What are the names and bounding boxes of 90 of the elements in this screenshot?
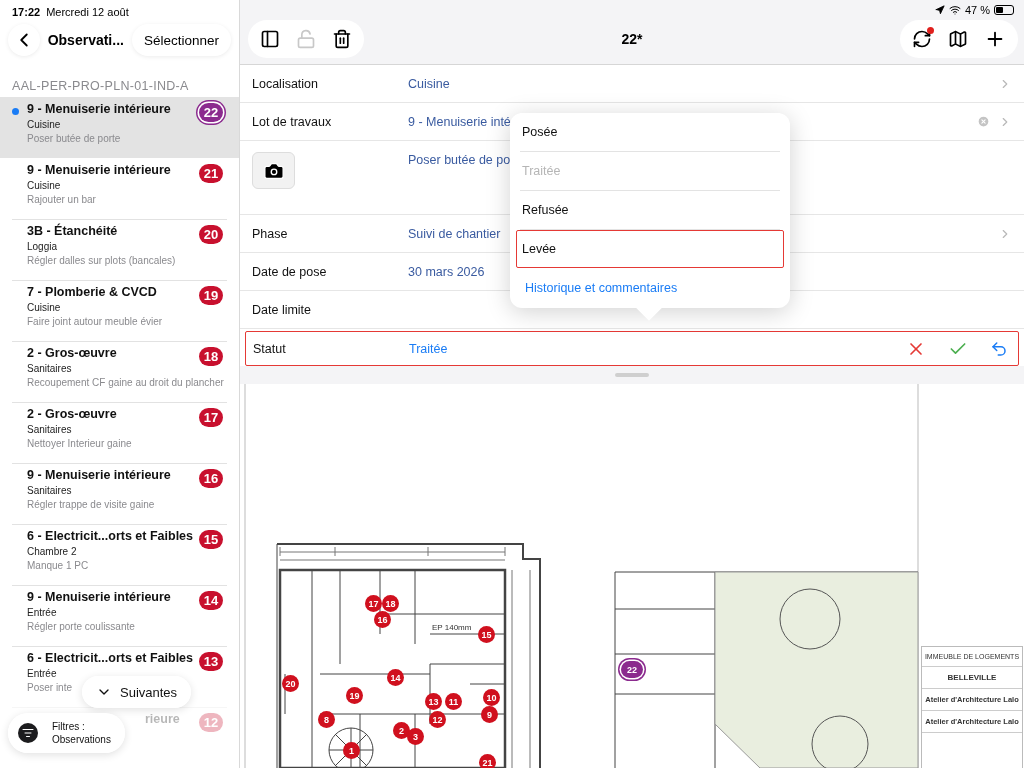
item-title[interactable]: 9 - Menuiserie intérieure: [27, 590, 171, 604]
item-title[interactable]: 3B - Étanchéité: [27, 224, 118, 239]
item-title[interactable]: 9 - Menuiserie intérieure: [27, 102, 171, 117]
battery-icon: [994, 5, 1014, 15]
field-label: Date limite: [252, 302, 313, 317]
field-label: Statut: [253, 341, 287, 356]
field-label: Lot de travaux: [252, 114, 333, 129]
filter-button[interactable]: Filtres : Observations: [8, 713, 125, 753]
plan-pin[interactable]: 14: [387, 669, 404, 686]
number-badge: 14: [199, 591, 223, 610]
item-room: Cuisine: [27, 180, 61, 192]
number-badge: 16: [199, 469, 223, 489]
history-link[interactable]: Historique et commentaires: [520, 268, 780, 308]
item-room: Sanitaires: [27, 424, 72, 436]
item-title[interactable]: 2 - Gros-œuvre: [27, 407, 117, 422]
field-label: Localisation: [252, 76, 319, 91]
status-option[interactable]: Posée: [520, 113, 780, 152]
plan-pin[interactable]: 21: [479, 754, 496, 768]
item-description: Rajouter un bar: [27, 194, 96, 206]
item-title[interactable]: 9 - Menuiserie intérieure: [27, 468, 171, 483]
plan-pin[interactable]: 19: [346, 687, 363, 704]
item-room: Cuisine: [27, 119, 61, 131]
item-room: Loggia: [27, 241, 58, 253]
list-title: Observati...: [47, 32, 124, 49]
item-title[interactable]: 6 - Electricit...orts et Faibles: [27, 651, 194, 665]
drag-handle[interactable]: [615, 373, 649, 377]
item-room: Cuisine: [27, 302, 61, 314]
status-date: Mercredi 12 août: [46, 6, 129, 20]
plan-pin[interactable]: 20: [282, 675, 299, 692]
number-badge: 12: [199, 713, 223, 732]
select-button[interactable]: Sélectionner: [131, 24, 231, 57]
section-header: AAL-PER-PRO-PLN-01-IND-A: [11, 78, 190, 96]
plan-pin[interactable]: 18: [382, 595, 399, 612]
plan-pin[interactable]: 3: [407, 728, 424, 745]
plan-pin[interactable]: 11: [445, 693, 462, 710]
number-badge: 15: [199, 530, 223, 550]
list-item-highlight[interactable]: 9 - Menuiserie intérieure Cuisine Poser butée de porte 22: [0, 97, 239, 159]
plan-pin[interactable]: 12: [429, 711, 446, 728]
plan-pin[interactable]: 9: [481, 706, 498, 723]
number-badge: 18: [199, 347, 223, 367]
item-room: Entrée: [27, 607, 57, 618]
undo-icon[interactable]: [990, 339, 1008, 358]
item-description: Régler dalles sur plots (bancales): [27, 255, 176, 267]
plan-pin[interactable]: 15: [478, 626, 495, 643]
plan-pin[interactable]: 17: [365, 595, 382, 612]
filter-icon: [18, 723, 38, 743]
plan-pin[interactable]: 13: [425, 693, 442, 710]
field-value[interactable]: Cuisine: [408, 76, 998, 91]
item-room: Sanitaires: [27, 363, 72, 375]
item-description: Faire joint autour meuble évier: [27, 316, 163, 328]
status-option[interactable]: Levée: [516, 230, 784, 268]
field-label: Date de pose: [252, 264, 328, 279]
item-room: Chambre 2: [27, 546, 77, 558]
item-title[interactable]: 2 - Gros-œuvre: [27, 346, 117, 361]
status-value[interactable]: Traitée: [409, 341, 906, 356]
plan-note: EP 140mm: [432, 623, 472, 632]
plan-pin[interactable]: 1: [343, 742, 360, 759]
plan-pin[interactable]: 2: [393, 722, 410, 739]
item-room: Entrée: [27, 668, 57, 679]
item-title[interactable]: 9 - Menuiserie intérieure: [27, 163, 171, 178]
plan-pin[interactable]: 16: [374, 611, 391, 628]
item-description: Nettoyer Interieur gaine: [27, 438, 132, 450]
status-time: 17:22: [12, 6, 41, 20]
next-button[interactable]: Suivantes: [82, 676, 192, 708]
plan-pin[interactable]: 22: [621, 661, 643, 678]
battery-percent: 47 %: [964, 4, 990, 16]
location-icon: [934, 5, 945, 15]
plan-pin[interactable]: 10: [483, 689, 500, 706]
observation-title: 22*: [621, 31, 643, 47]
item-description: Régler porte coulissante: [27, 621, 135, 632]
number-badge: 21: [199, 164, 223, 184]
number-badge: 17: [199, 408, 223, 428]
title-block-text: BELLEVILLE: [947, 673, 997, 682]
wifi-icon: [948, 4, 961, 16]
number-badge: 20: [199, 225, 223, 245]
item-title[interactable]: 6 - Electricit...orts et Faibles: [27, 529, 194, 544]
item-description: Poser butée de porte: [27, 133, 121, 145]
field-label: Phase: [252, 226, 289, 241]
number-badge: 13: [199, 652, 223, 671]
number-badge: 19: [199, 286, 223, 306]
camera-button[interactable]: [252, 152, 295, 189]
number-badge: 22: [199, 103, 223, 123]
item-description: Poser inte: [27, 682, 73, 693]
item-title[interactable]: 7 - Plomberie & CVCD: [27, 285, 157, 300]
item-description: Manque 1 PC: [27, 560, 89, 572]
item-description: Recoupement CF gaine au droit du plancher: [27, 377, 224, 389]
item-room: Sanitaires: [27, 485, 72, 497]
item-description: Régler trappe de visite gaine: [27, 499, 155, 511]
unread-dot: [12, 108, 19, 116]
plan-pin[interactable]: 8: [318, 711, 335, 728]
